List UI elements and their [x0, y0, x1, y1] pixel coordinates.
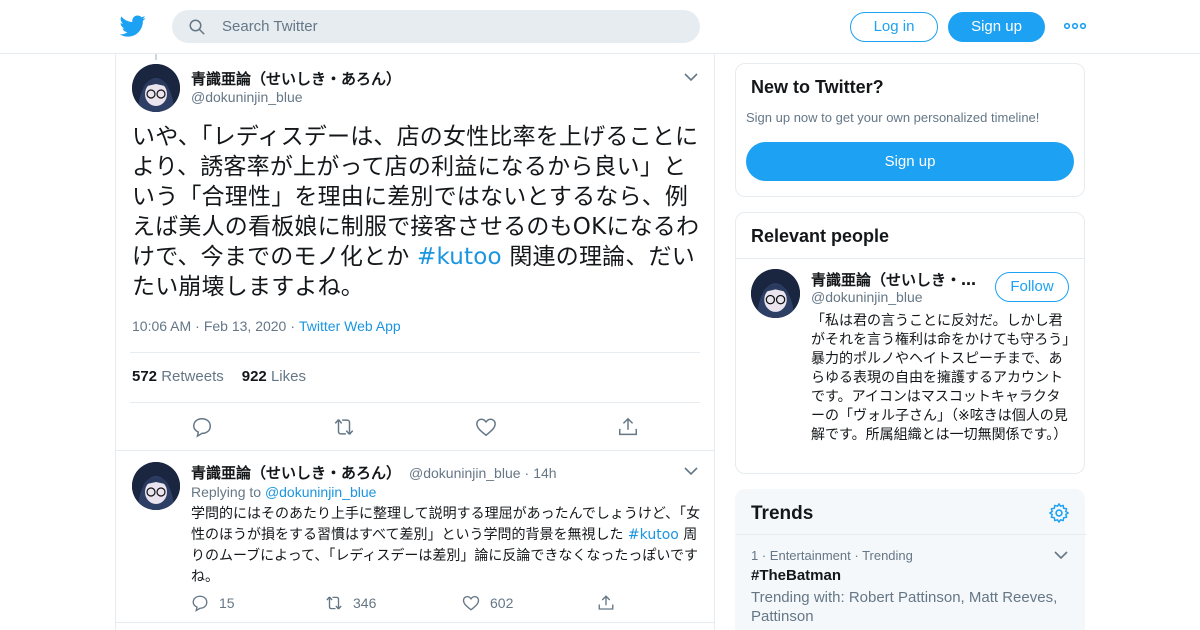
- reply-age[interactable]: 14h: [533, 465, 556, 481]
- signup-button[interactable]: Sign up: [948, 12, 1045, 42]
- divider: [130, 352, 700, 353]
- like-heart-icon[interactable]: [475, 416, 497, 438]
- login-button[interactable]: Log in: [850, 12, 938, 42]
- tweet-text: いや、「レディスデーは、店の女性比率を上げることにより、誘客率が上がって店の利益…: [132, 122, 702, 302]
- thread-connector: [155, 54, 157, 60]
- avatar[interactable]: [751, 269, 800, 318]
- divider: [116, 622, 714, 623]
- like-heart-icon: [462, 595, 480, 611]
- like-stat[interactable]: 922 Likes: [242, 368, 306, 385]
- replying-to: Replying to @dokuninjin_blue: [191, 484, 377, 500]
- trend-category: Entertainment: [769, 548, 851, 563]
- search-bar[interactable]: Search Twitter: [172, 10, 700, 43]
- card-title: Relevant people: [751, 226, 890, 246]
- search-icon: [189, 19, 205, 35]
- avatar[interactable]: [132, 462, 180, 510]
- share-icon[interactable]: [617, 416, 639, 438]
- search-input[interactable]: Search Twitter: [222, 18, 318, 35]
- reply-action[interactable]: 15: [191, 594, 235, 612]
- avatar[interactable]: [132, 64, 180, 112]
- follow-button[interactable]: Follow: [995, 272, 1069, 302]
- avatar-image: [751, 269, 800, 318]
- retweet-icon: [326, 596, 342, 610]
- trend-name[interactable]: #TheBatman: [751, 567, 841, 584]
- person-handle[interactable]: @dokuninjin_blue: [811, 289, 923, 305]
- trend-status: Trending: [862, 548, 913, 563]
- replying-to-link[interactable]: @dokuninjin_blue: [265, 484, 377, 500]
- chevron-down-icon[interactable]: [684, 466, 698, 476]
- reply-text: 学問的にはそのあたり上手に整理して説明する理屈があったんでしょうけど、「女性のほ…: [191, 506, 701, 585]
- share-icon[interactable]: [597, 594, 615, 612]
- sidebar-signup-button[interactable]: Sign up: [746, 142, 1074, 181]
- person-bio: 「私は君の言うことに反対だ。しかし君がそれを言う権利は命をかけても守ろう」暴力的…: [811, 313, 1070, 443]
- retweet-stat[interactable]: 572 Retweets: [132, 368, 224, 385]
- tweet-column: 青識亜論（せいしき・あろん） @dokuninjin_blue いや、「レディス…: [115, 54, 715, 630]
- hashtag-link[interactable]: #kutoo: [628, 527, 679, 543]
- trend-rank: 1: [751, 548, 759, 563]
- card-title: New to Twitter?: [751, 77, 884, 97]
- reply-icon: [192, 595, 208, 612]
- avatar-image: [132, 64, 180, 112]
- trend-meta: 1 · Entertainment · Trending: [751, 548, 913, 563]
- tweet-time[interactable]: 10:06 AM: [132, 318, 191, 334]
- retweet-action[interactable]: 346: [325, 594, 376, 612]
- retweet-count: 346: [353, 595, 377, 611]
- tweet-source[interactable]: Twitter Web App: [299, 318, 401, 334]
- trend-related: Trending with: Robert Pattinson, Matt Re…: [751, 589, 1058, 625]
- chevron-down-icon[interactable]: [1054, 550, 1068, 560]
- author-name[interactable]: 青識亜論（せいしき・あろん）: [191, 68, 401, 89]
- divider: [736, 534, 1086, 535]
- author-handle[interactable]: @dokuninjin_blue: [191, 89, 303, 105]
- like-count: 602: [490, 595, 514, 611]
- tweet-stats: 572 Retweets 922 Likes: [132, 368, 306, 385]
- divider: [130, 402, 700, 403]
- author-handle[interactable]: @dokuninjin_blue: [409, 465, 521, 481]
- hashtag-link[interactable]: #kutoo: [417, 244, 502, 270]
- person-name[interactable]: 青識亜論（せいしき・…: [811, 269, 981, 290]
- card-subtitle: Sign up now to get your own personalized…: [746, 110, 1040, 125]
- reply-count: 15: [219, 595, 235, 611]
- avatar-image: [132, 462, 180, 510]
- chevron-down-icon[interactable]: [684, 72, 698, 82]
- tweet-date[interactable]: Feb 13, 2020: [204, 318, 287, 334]
- more-dots-icon[interactable]: [1064, 19, 1086, 33]
- gear-icon[interactable]: [1048, 502, 1070, 524]
- reply-icon[interactable]: [191, 416, 213, 438]
- retweet-icon[interactable]: [333, 416, 355, 438]
- author-name[interactable]: 青識亜論（せいしき・あろん）: [191, 464, 401, 482]
- trends-card: Trends 1 · Entertainment · Trending #The…: [735, 489, 1086, 630]
- reply-header: 青識亜論（せいしき・あろん） @dokuninjin_blue · 14h: [191, 464, 557, 482]
- like-action[interactable]: 602: [462, 594, 513, 612]
- divider: [736, 258, 1084, 259]
- relevant-people-card: Relevant people 青識亜論（せいしき・… @dokuninjin_…: [735, 212, 1085, 474]
- new-to-twitter-card: New to Twitter? Sign up now to get your …: [735, 63, 1085, 197]
- top-navigation-bar: Search Twitter Log in Sign up: [0, 0, 1200, 54]
- twitter-bird-icon[interactable]: [120, 13, 146, 39]
- tweet-timestamp: 10:06 AM · Feb 13, 2020 · Twitter Web App: [132, 318, 401, 334]
- divider: [116, 450, 714, 451]
- card-title: Trends: [751, 503, 814, 524]
